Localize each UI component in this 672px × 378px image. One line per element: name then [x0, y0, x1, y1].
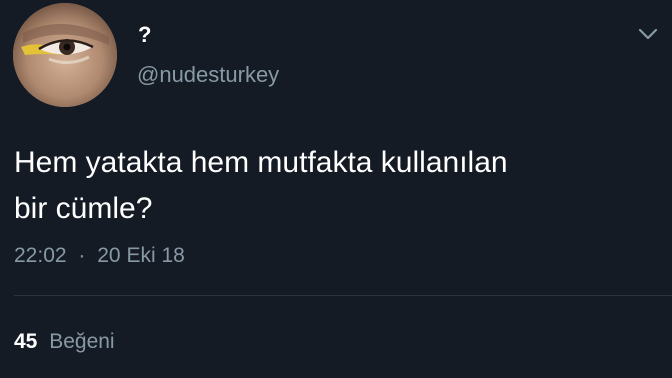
- user-handle[interactable]: @nudesturkey: [137, 62, 279, 88]
- likes-stat[interactable]: 45 Beğeni: [14, 330, 115, 354]
- tweet-card: ? @nudesturkey Hem yatakta hem mutfakta …: [0, 0, 672, 378]
- tweet-text: Hem yatakta hem mutfakta kullanılan bir …: [14, 140, 654, 232]
- like-label: Beğeni: [49, 330, 115, 353]
- meta-separator: ·: [78, 244, 86, 267]
- tweet-date: 20 Eki 18: [97, 244, 185, 267]
- tweet-text-line: bir cümle?: [14, 192, 153, 225]
- chevron-down-icon[interactable]: [636, 24, 660, 44]
- eye-photo-icon: [13, 3, 117, 107]
- display-name[interactable]: ?: [138, 22, 151, 48]
- tweet-time: 22:02: [14, 244, 67, 267]
- tweet-text-line: Hem yatakta hem mutfakta kullanılan: [14, 146, 508, 179]
- tweet-timestamp[interactable]: 22:02 · 20 Eki 18: [14, 244, 185, 268]
- divider: [14, 295, 672, 296]
- like-count: 45: [14, 330, 38, 353]
- avatar[interactable]: [13, 3, 117, 107]
